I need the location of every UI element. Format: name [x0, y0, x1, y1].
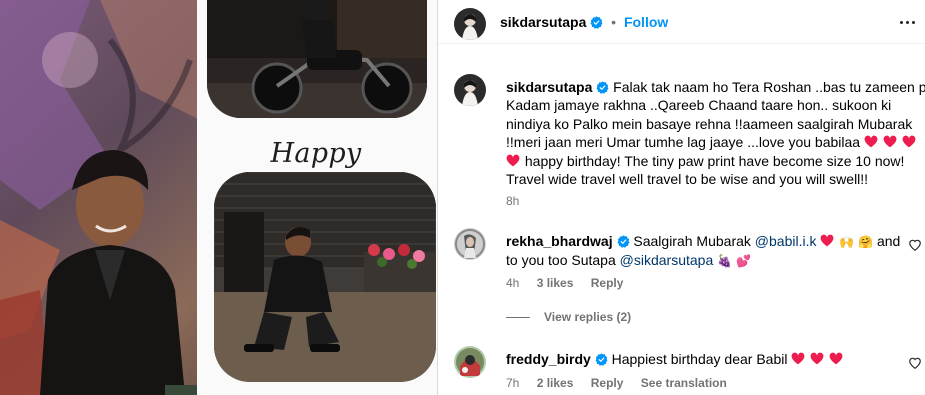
hugging-face-emoji-icon: 🤗: [858, 235, 874, 249]
caption-text: sikdarsutapa Falak tak naam ho Tera Rosh…: [506, 78, 925, 188]
avatar[interactable]: [454, 228, 486, 260]
heart-like-icon[interactable]: [908, 356, 922, 370]
heart-emoji-icon: [883, 135, 897, 148]
heart-emoji-icon: [820, 234, 834, 247]
heart-emoji-icon: [506, 154, 520, 166]
caption-line: happy birthday! The tiny paw print have …: [524, 152, 905, 169]
comment-time: 4h: [506, 276, 520, 290]
view-replies-label: View replies (2): [544, 310, 632, 324]
heart-emoji-icon: [791, 352, 805, 365]
avatar[interactable]: [454, 8, 486, 40]
comment-text-part: Happiest birthday dear Babil: [611, 351, 788, 367]
comment-meta: 4h 3 likes Reply: [506, 276, 637, 290]
post-header: sikdarsutapa • Follow: [438, 0, 925, 44]
view-replies-button[interactable]: View replies (2): [506, 310, 631, 324]
header-username[interactable]: sikdarsutapa: [500, 14, 586, 30]
reply-button[interactable]: Reply: [591, 376, 624, 390]
heart-emoji-icon: [902, 135, 916, 148]
verified-badge-icon: [595, 353, 608, 366]
comment-likes[interactable]: 2 likes: [537, 376, 574, 390]
mention-link[interactable]: @babil.i.k: [755, 233, 817, 249]
caption-line: nindiya ko Palko mein basaye rehna !!aam…: [506, 115, 913, 132]
caption-line: Kadam jamaye rakhna ..Qareeb Chaand taar…: [506, 97, 892, 114]
follow-button[interactable]: Follow: [624, 14, 668, 30]
two-hearts-emoji-icon: 💕: [735, 254, 751, 269]
caption-line: !!meri jaan meri Umar tumhe lag jaaye ..…: [506, 134, 861, 151]
heart-emoji-icon: [864, 135, 878, 148]
comment-text-part: Saalgirah Mubarak: [633, 233, 751, 249]
portrait-photo: [214, 172, 436, 382]
raised-hands-emoji-icon: 🙌: [839, 235, 855, 249]
verified-badge-icon: [596, 81, 609, 94]
comment-username[interactable]: freddy_birdy: [506, 351, 591, 367]
comment-text-part: and: [876, 233, 901, 249]
caption-line: Travel wide travel well travel to be wis…: [506, 171, 869, 188]
divider: [506, 317, 530, 319]
comment-username[interactable]: rekha_bhardwaj: [506, 233, 613, 249]
heart-like-icon[interactable]: [908, 238, 922, 252]
motorcycle-photo: [207, 0, 427, 118]
mention-link[interactable]: @sikdarsutapa: [620, 252, 714, 268]
grapes-emoji-icon: 🍇: [717, 254, 733, 269]
avatar[interactable]: [454, 74, 486, 106]
avatar[interactable]: [454, 346, 486, 378]
comment-text: rekha_bhardwaj Saalgirah Mubarak @babil.…: [506, 232, 906, 271]
reply-button[interactable]: Reply: [591, 276, 624, 290]
more-options-icon[interactable]: [896, 12, 918, 32]
caption-username[interactable]: sikdarsutapa: [506, 79, 592, 95]
comment-text-part: to you too Sutapa: [506, 252, 616, 269]
heart-emoji-icon: [829, 352, 843, 365]
verified-badge-icon: [590, 16, 603, 29]
caption-time: 8h: [506, 194, 520, 208]
heart-emoji-icon: [810, 352, 824, 365]
see-translation-button[interactable]: See translation: [641, 376, 727, 390]
verified-badge-icon: [617, 235, 629, 248]
comment-meta: 7h 2 likes Reply See translation: [506, 376, 741, 390]
comment-likes[interactable]: 3 likes: [537, 276, 574, 290]
header-separator: •: [611, 14, 617, 30]
caption-line: Falak tak naam ho Tera Roshan ..bas tu z…: [613, 79, 925, 95]
comments-panel: sikdarsutapa • Follow sikdarsutapa Falak…: [437, 0, 925, 395]
caption-meta: 8h: [506, 194, 533, 208]
post-media[interactable]: Happy birthday!!!: [0, 0, 437, 395]
comment-time: 7h: [506, 376, 520, 390]
comment-text: freddy_birdy Happiest birthday dear Babi…: [506, 350, 906, 368]
